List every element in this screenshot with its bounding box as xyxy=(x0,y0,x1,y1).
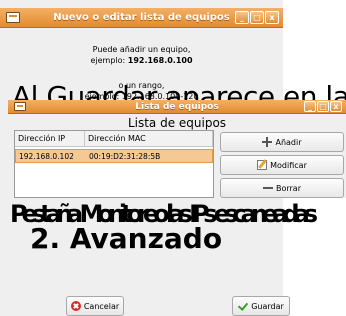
maximize-icon[interactable]: □ xyxy=(317,101,329,112)
column-header-ip[interactable]: Dirección IP xyxy=(15,131,85,146)
equipment-list-dialog: Lista de equipos _ □ x Lista de equipos … xyxy=(8,100,346,198)
maximize-icon[interactable]: □ xyxy=(250,11,264,24)
minimize-icon[interactable]: _ xyxy=(304,101,316,112)
save-button[interactable]: Guardar xyxy=(232,296,290,316)
overlay-heading-avanzado: 2. Avanzado xyxy=(30,222,223,255)
edit-dialog-title: Nuevo o editar lista de equipos xyxy=(53,12,230,23)
example-prefix: ejemplo: xyxy=(90,56,128,65)
cancel-icon xyxy=(70,301,81,311)
add-button[interactable]: Añadir xyxy=(220,132,344,152)
close-icon[interactable]: x xyxy=(265,11,279,24)
save-button-label: Guardar xyxy=(251,301,284,311)
edit-button[interactable]: Modificar xyxy=(220,155,344,175)
remove-icon xyxy=(262,183,273,193)
row-mac: 00:19:D2:31:28:5B xyxy=(89,151,161,161)
list-heading: Lista de equipos xyxy=(127,116,227,130)
edit-icon xyxy=(257,160,268,170)
list-dialog-titlebar[interactable]: Lista de equipos _ □ x xyxy=(8,100,346,114)
equipment-table[interactable]: Dirección IP Dirección MAC 192.168.0.102… xyxy=(14,130,214,198)
delete-button[interactable]: Borrar xyxy=(220,178,344,198)
edit-button-label: Modificar xyxy=(270,160,307,170)
add-icon xyxy=(262,137,273,147)
table-header: Dirección IP Dirección MAC xyxy=(15,131,213,147)
window-icon xyxy=(14,102,26,111)
list-dialog-title: Lista de equipos xyxy=(135,101,219,112)
row-ip: 192.168.0.102 xyxy=(19,151,74,161)
instruction-line-2: ejemplo: 192.168.0.100 xyxy=(0,55,283,66)
close-icon[interactable]: x xyxy=(330,101,342,112)
window-controls: _ □ x xyxy=(304,101,342,112)
cancel-button[interactable]: Cancelar xyxy=(66,296,124,316)
window-controls: _ □ x xyxy=(235,11,279,24)
window-icon xyxy=(6,12,20,23)
edit-dialog-titlebar[interactable]: Nuevo o editar lista de equipos _ □ x xyxy=(0,8,283,28)
minimize-icon[interactable]: _ xyxy=(235,11,249,24)
add-button-label: Añadir xyxy=(275,137,302,147)
delete-button-label: Borrar xyxy=(275,183,301,193)
column-header-mac[interactable]: Dirección MAC xyxy=(85,131,213,146)
table-row[interactable]: 192.168.0.102 00:19:D2:31:28:5B xyxy=(15,149,213,163)
cancel-button-label: Cancelar xyxy=(83,301,120,311)
example-ip: 192.168.0.100 xyxy=(127,56,193,65)
checkmark-icon xyxy=(238,301,248,311)
instruction-line-1: Puede añadir un equipo, xyxy=(92,45,191,54)
